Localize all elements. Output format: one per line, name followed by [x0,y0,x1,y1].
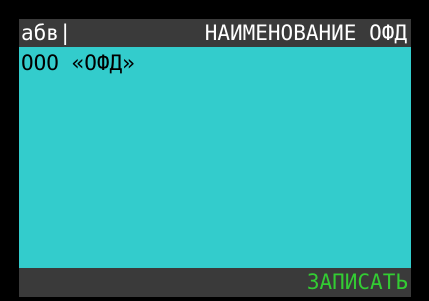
ofd-name-value: ООО «ОФД» [21,51,135,75]
header-bar: абв| НАИМЕНОВАНИЕ ОФД [19,19,411,47]
ofd-name-input[interactable]: ООО «ОФД» [19,47,411,268]
input-mode-indicator: абв| [21,21,72,45]
save-softkey[interactable]: ЗАПИСАТЬ [307,268,408,297]
device-screen: абв| НАИМЕНОВАНИЕ ОФД ООО «ОФД» ЗАПИСАТЬ [0,0,429,301]
screen-title: НАИМЕНОВАНИЕ ОФД [204,21,407,45]
footer-bar: ЗАПИСАТЬ [19,268,411,297]
